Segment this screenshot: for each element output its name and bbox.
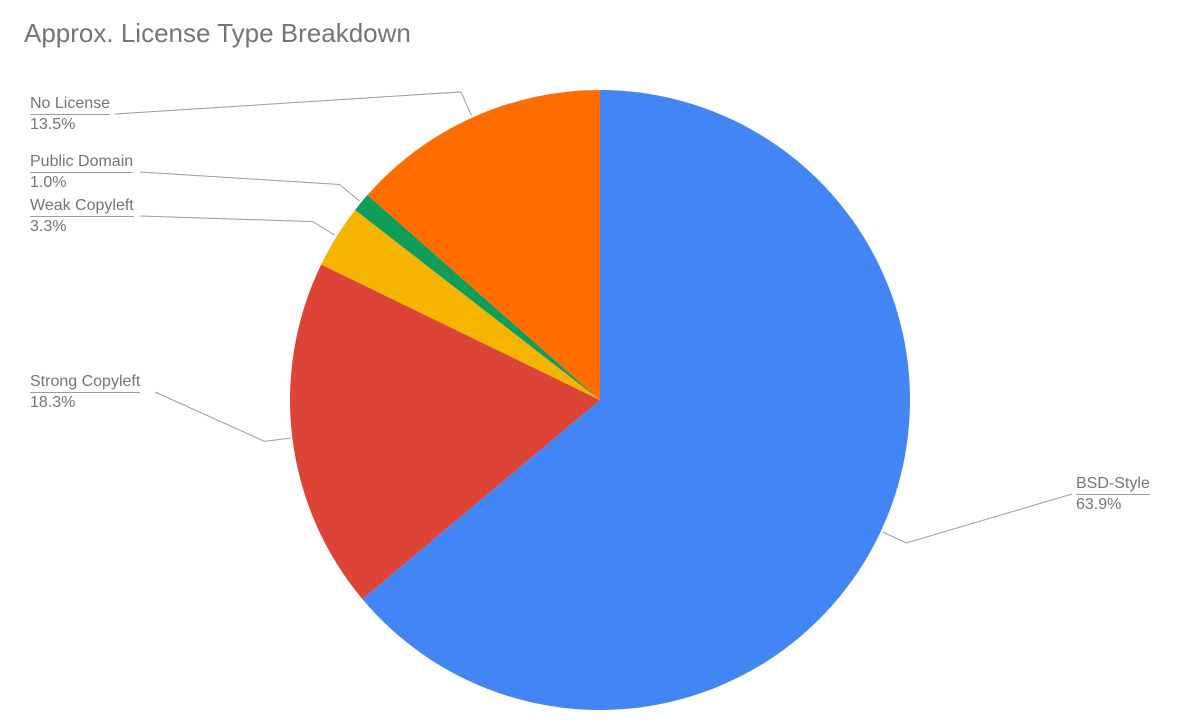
label-value: 3.3%	[30, 216, 134, 237]
label-strong-copyleft: Strong Copyleft 18.3%	[30, 372, 140, 413]
label-value: 18.3%	[30, 392, 140, 413]
label-name: Strong Copyleft	[30, 372, 140, 392]
pie-slices	[290, 90, 910, 710]
leader-line	[140, 172, 360, 201]
label-value: 63.9%	[1076, 494, 1150, 515]
label-value: 1.0%	[30, 172, 133, 193]
chart-container: Approx. License Type Breakdown BSD-Style…	[0, 0, 1200, 727]
leader-line	[155, 392, 290, 441]
label-no-license: No License 13.5%	[30, 94, 110, 135]
label-name: No License	[30, 94, 110, 114]
label-value: 13.5%	[30, 114, 110, 135]
pie-chart-svg	[0, 0, 1200, 727]
label-bsd-style: BSD-Style 63.9%	[1076, 474, 1150, 515]
label-name: Public Domain	[30, 152, 133, 172]
leader-line	[115, 92, 472, 116]
label-name: BSD-Style	[1076, 474, 1150, 494]
label-public-domain: Public Domain 1.0%	[30, 152, 133, 193]
label-name: Weak Copyleft	[30, 196, 134, 216]
leader-line	[140, 216, 335, 235]
label-weak-copyleft: Weak Copyleft 3.3%	[30, 196, 134, 237]
leader-line	[883, 494, 1072, 543]
